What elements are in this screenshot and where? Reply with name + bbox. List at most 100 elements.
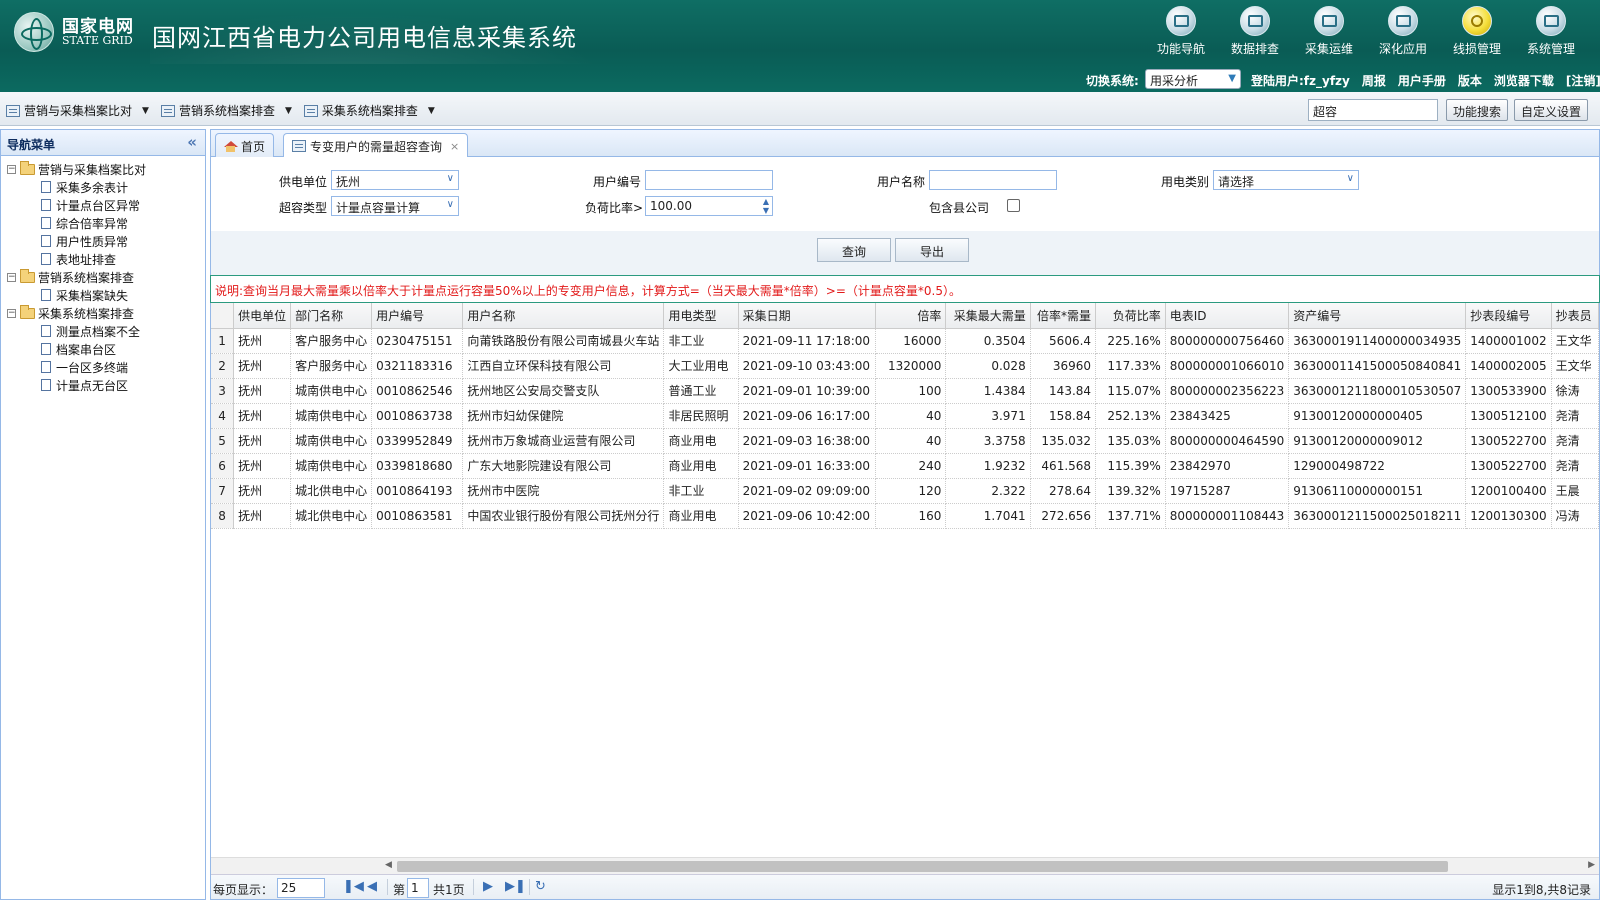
table-cell: 商业用电 [663,503,739,529]
col-header[interactable]: 用电类型 [663,303,739,329]
next-page-icon[interactable]: ▶ [483,879,493,894]
minus-icon[interactable]: − [7,308,16,318]
table-cell: 抚州 [233,403,292,429]
col-header[interactable]: 资产编号 [1288,303,1467,329]
tree-item[interactable]: 一台区多终端 [7,358,205,376]
col-header[interactable]: 负荷比率 [1095,303,1166,329]
app-header: 国家电网 STATE GRID 国网江西省电力公司用电信息采集系统 功能导航 数… [0,0,1600,92]
menu-marketing-collection-compare[interactable]: 营销与采集档案比对 ▼ [6,102,149,119]
tree-item[interactable]: 采集多余表计 [7,178,205,196]
col-header[interactable]: 抄表员 [1551,303,1599,329]
collapse-icon[interactable]: « [187,133,197,151]
tree-group-collection-check[interactable]: − 采集系统档案排查 [7,304,205,322]
table-cell: 3.3758 [945,428,1031,454]
prev-page-icon[interactable]: ◀ [367,879,377,894]
link-weekly-report[interactable]: 周报 [1362,72,1386,89]
col-header[interactable]: 抄表段编号 [1465,303,1552,329]
table-cell: 商业用电 [663,428,739,454]
scroll-right-icon[interactable]: ▶ [1588,860,1595,870]
tree-group-marketing-check[interactable]: − 营销系统档案排查 [7,268,205,286]
nav-deep-application[interactable]: 深化应用 [1366,6,1440,57]
table-cell: 抚州 [233,453,292,479]
table-row[interactable]: 8 抚州 城北供电中心 0010863581 中国农业银行股份有限公司抚州分行 商业用电 2… [211,503,1599,529]
link-browser-download[interactable]: 浏览器下载 [1494,72,1554,89]
user-name-input[interactable] [929,170,1057,190]
spinner-arrows-icon[interactable]: ▲ ▼ [763,197,769,215]
table-row[interactable]: 1 抚州 客户服务中心 0230475151 向莆铁路股份有限公司南城县火车站 非工业 20… [211,328,1599,354]
tree-group-marketing-compare[interactable]: − 营销与采集档案比对 [7,160,205,178]
load-ratio-label: 负荷比率> [585,201,644,215]
query-button[interactable]: 查询 [817,238,891,262]
tree-item[interactable]: 采集档案缺失 [7,286,205,304]
table-cell: 800000000756460 [1165,328,1290,354]
document-icon [41,235,51,247]
col-header[interactable]: 倍率*需量 [1030,303,1097,329]
user-no-input[interactable] [645,170,773,190]
nav-data-check[interactable]: 数据排查 [1218,6,1292,57]
table-row[interactable]: 3 抚州 城南供电中心 0010862546 抚州地区公安局交警支队 普通工业 2021-0… [211,378,1599,404]
include-county-checkbox[interactable] [1007,199,1020,212]
nav-line-loss[interactable]: 线损管理 [1440,6,1514,57]
link-logout[interactable]: [注销] [1566,72,1600,89]
refresh-icon[interactable]: ↻ [535,879,546,894]
table-cell: 城南供电中心 [290,378,373,404]
tree-item[interactable]: 档案串台区 [7,340,205,358]
tree-item[interactable]: 表地址排查 [7,250,205,268]
col-header[interactable]: 采集日期 [738,303,876,329]
table-cell: 2021-09-06 16:17:00 [738,403,876,429]
table-cell: 139.32% [1095,478,1166,504]
minus-icon[interactable]: − [7,272,16,282]
switch-system-select[interactable]: 用采分析 ▼ [1145,69,1241,89]
col-header[interactable]: 采集最大需量 [945,303,1031,329]
tab-demand-over-capacity[interactable]: 专变用户的需量超容查询 × [283,133,469,158]
nav-function-navigation[interactable]: 功能导航 [1144,6,1218,57]
table-cell: 广东大地影院建设有限公司 [462,453,665,479]
custom-settings-button[interactable]: 自定义设置 [1514,99,1589,121]
table-row[interactable]: 4 抚州 城南供电中心 0010863738 抚州市妇幼保健院 非居民照明 2021-09-… [211,403,1599,429]
chevron-down-icon: ∨ [446,173,454,184]
last-page-icon[interactable]: ▶❚ [505,879,526,894]
menu-collection-check[interactable]: 采集系统档案排查 ▼ [303,102,435,119]
scroll-left-icon[interactable]: ◀ [385,860,392,870]
load-ratio-spinner[interactable]: 100.00 ▲ ▼ [645,196,773,216]
function-search-button[interactable]: 功能搜索 [1446,99,1509,121]
table-cell: 抚州市中医院 [462,478,665,504]
minus-icon[interactable]: − [7,164,16,174]
elec-type-select[interactable]: 请选择 ∨ [1213,170,1359,190]
close-icon[interactable]: × [450,140,459,153]
table-cell: 3.971 [945,403,1031,429]
nav-collection-maintenance[interactable]: 采集运维 [1292,6,1366,57]
tree-item[interactable]: 综合倍率异常 [7,214,205,232]
tree-item[interactable]: 测量点档案不全 [7,322,205,340]
table-cell: 冯涛 [1551,503,1599,529]
table-row[interactable]: 6 抚州 城南供电中心 0339818680 广东大地影院建设有限公司 商业用电 2021-… [211,453,1599,479]
page-size-select[interactable]: 25 [277,878,325,898]
menu-marketing-check[interactable]: 营销系统档案排查 ▼ [160,102,292,119]
tab-home[interactable]: 首页 [215,133,275,158]
horizontal-scrollbar[interactable]: ◀ ▶ [211,857,1599,874]
col-header[interactable]: 供电单位 [233,303,292,329]
first-page-icon[interactable]: ❚◀ [343,879,364,894]
link-user-manual[interactable]: 用户手册 [1398,72,1446,89]
over-type-select[interactable]: 计量点容量计算 ∨ [331,196,459,216]
supply-unit-select[interactable]: 抚州 ∨ [331,170,459,190]
tree-item[interactable]: 计量点台区异常 [7,196,205,214]
tree-item-label: 档案串台区 [56,342,117,357]
col-header[interactable]: 用户名称 [462,303,665,329]
link-version[interactable]: 版本 [1458,72,1482,89]
function-search-input[interactable]: 超容 [1308,99,1438,121]
table-row[interactable]: 7 抚州 城北供电中心 0010864193 抚州市中医院 非工业 2021-09-02 0… [211,478,1599,504]
col-header[interactable]: 倍率 [875,303,947,329]
col-header[interactable]: 部门名称 [290,303,373,329]
nav-system-management[interactable]: 系统管理 [1514,6,1588,57]
tree-item[interactable]: 计量点无台区 [7,376,205,394]
col-header[interactable]: 用户编号 [371,303,464,329]
table-row[interactable]: 5 抚州 城南供电中心 0339952849 抚州市万象城商业运营有限公司 商业用电 202… [211,428,1599,454]
table-cell: 客户服务中心 [290,353,373,379]
page-number-input[interactable]: 1 [407,878,429,898]
table-row[interactable]: 2 抚州 客户服务中心 0321183316 江西自立环保科技有限公司 大工业用电 2021… [211,353,1599,379]
scrollbar-thumb[interactable] [397,861,1448,872]
tree-item[interactable]: 用户性质异常 [7,232,205,250]
col-header[interactable]: 电表ID [1165,303,1290,329]
export-button[interactable]: 导出 [895,238,969,262]
